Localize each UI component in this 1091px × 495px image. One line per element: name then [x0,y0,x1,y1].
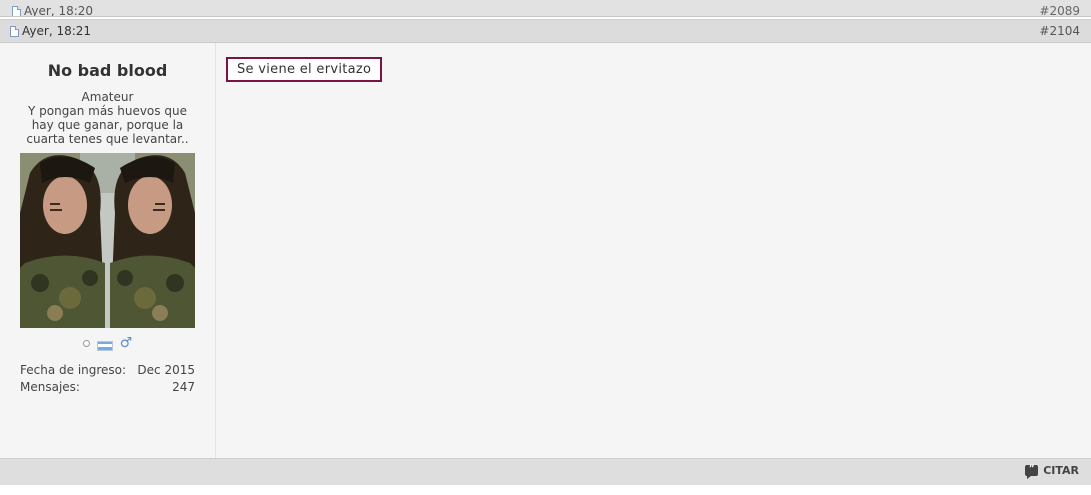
quote-icon: ” [1025,465,1039,479]
user-rank: Amateur [81,90,134,104]
user-title: Y pongan más huevos que hay que ganar, p… [26,104,189,146]
post-date: Ayer, 18:21 [10,24,91,38]
quote-button[interactable]: ” CITAR [1025,464,1079,479]
stat-value: 247 [172,380,195,394]
avatar-image [20,153,195,328]
argentina-flag-icon [96,340,113,351]
male-gender-icon: ♂ [119,335,133,351]
join-date-row: Fecha de ingreso: Dec 2015 [20,363,195,380]
avatar[interactable] [20,153,195,328]
stat-label: Mensajes: [20,380,80,394]
stat-value: Dec 2015 [137,363,195,377]
forum-post: Ayer, 18:21 #2104 No bad blood Amateur Y… [0,19,1091,485]
previous-post-number[interactable]: #2089 [1039,4,1080,16]
username[interactable]: No bad blood [0,61,215,80]
user-status-icons: ♂ [0,335,215,351]
user-info-panel: No bad blood Amateur Y pongan más huevos… [0,43,216,458]
post-count-row: Mensajes: 247 [20,380,195,397]
post-content: Se viene el ervitazo [216,43,1091,458]
user-stats: Fecha de ingreso: Dec 2015 Mensajes: 247 [20,363,195,397]
post-header: Ayer, 18:21 #2104 [0,20,1091,43]
post-number-link[interactable]: #2104 [1039,24,1080,38]
document-icon [12,5,21,16]
quote-label: CITAR [1043,464,1079,477]
offline-status-icon [82,339,90,347]
previous-post-header: Ayer, 18:20 #2089 [0,0,1091,17]
post-footer: ” CITAR [0,458,1091,485]
stat-label: Fecha de ingreso: [20,363,127,377]
document-icon [10,25,19,37]
post-message: Se viene el ervitazo [226,57,383,82]
previous-post-date: Ayer, 18:20 [12,4,93,16]
